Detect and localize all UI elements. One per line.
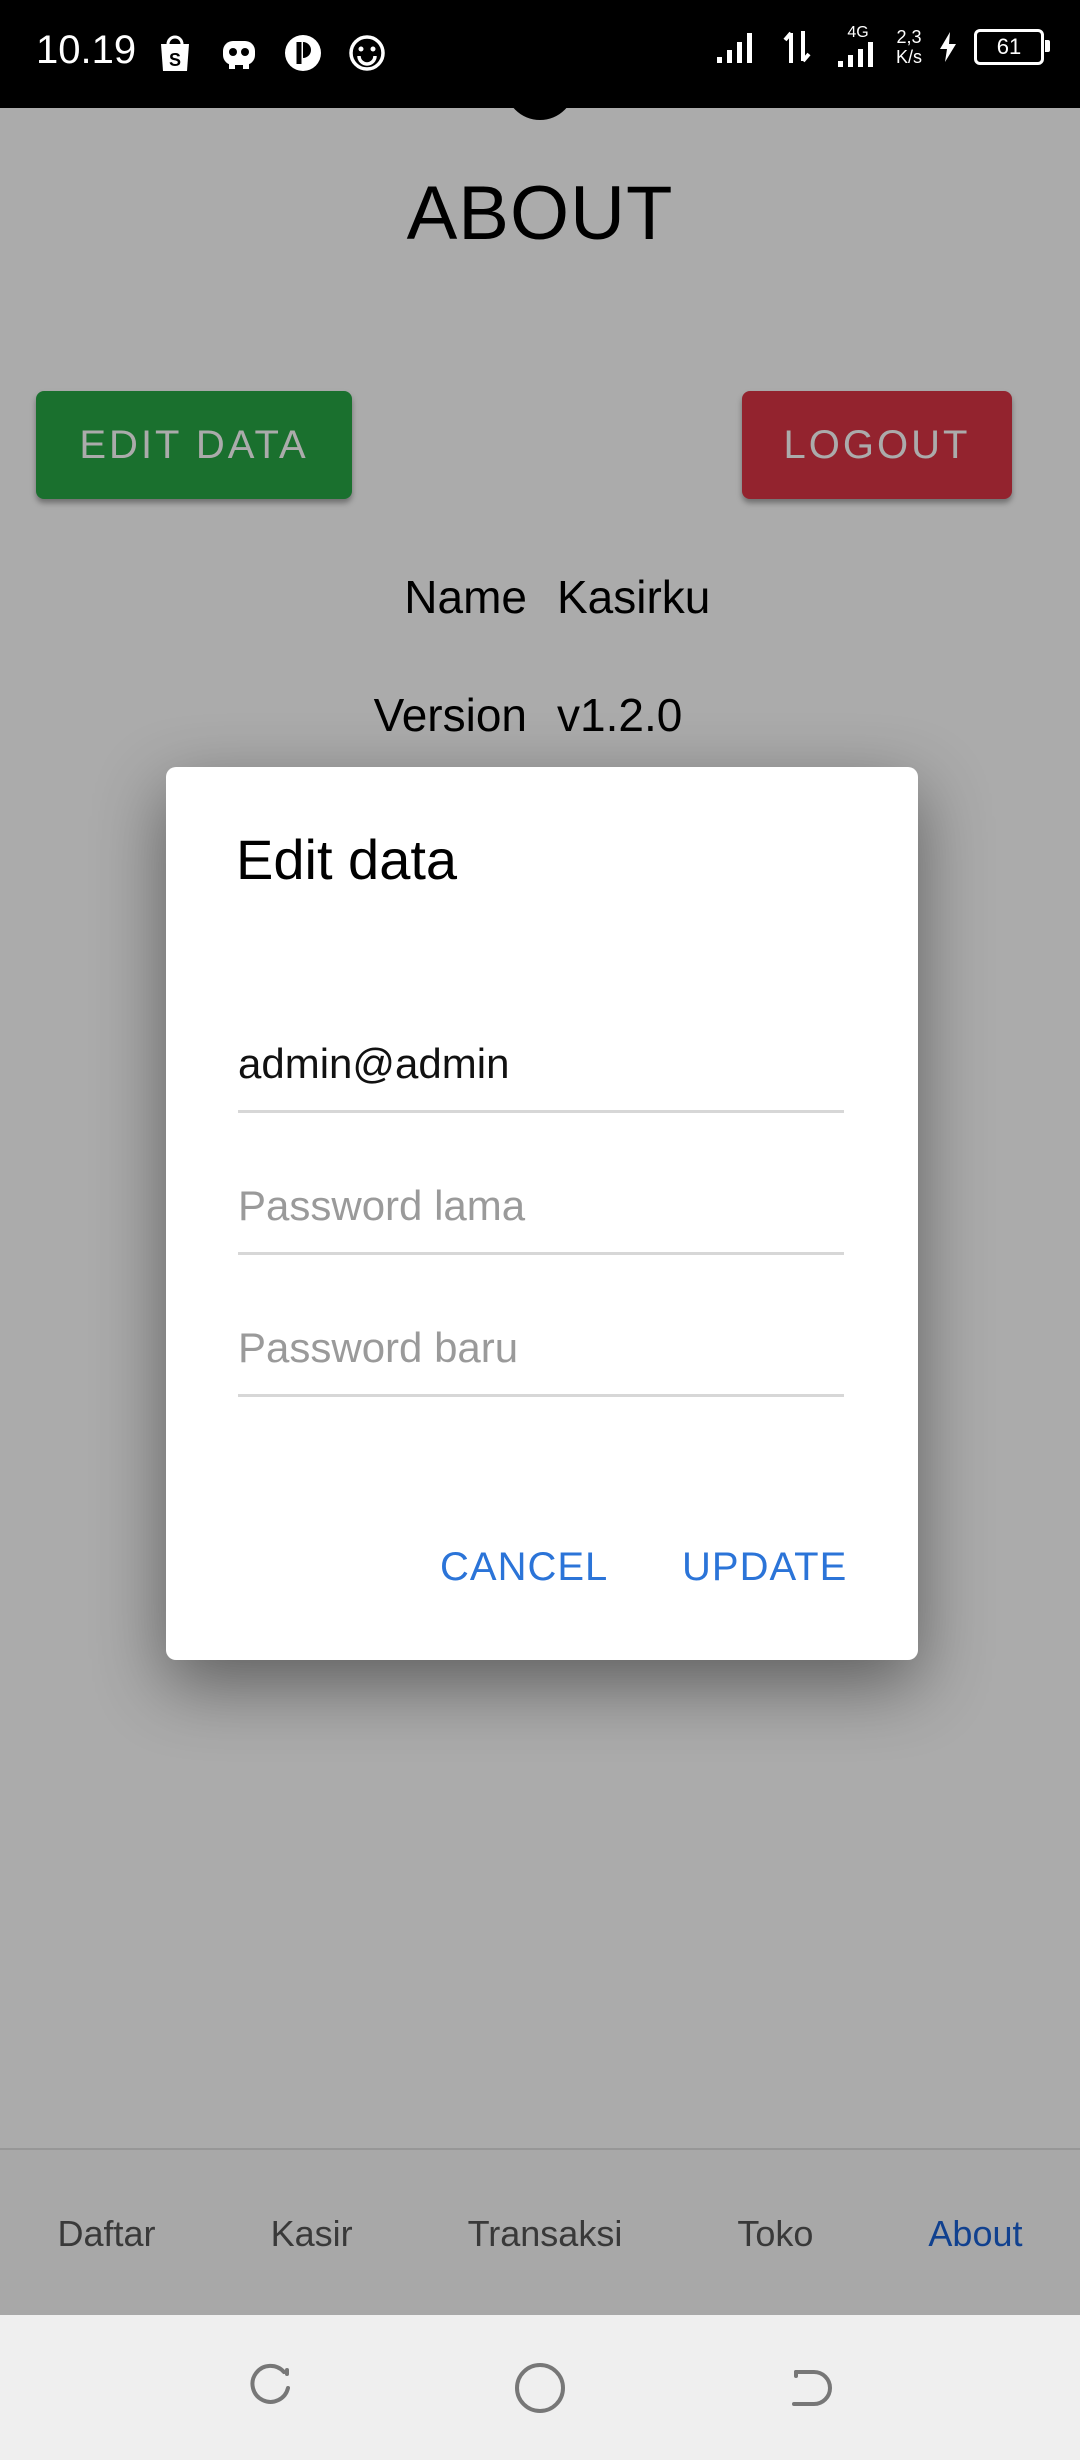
half-circle-app-icon xyxy=(280,30,326,76)
battery-level: 61 xyxy=(996,34,1022,59)
signal-4g-icon: 4G xyxy=(834,24,882,70)
smiley-icon xyxy=(344,30,390,76)
svg-text:S: S xyxy=(169,50,181,70)
edit-data-dialog: Edit data CANCEL UPDATE xyxy=(166,767,918,1660)
bot-icon xyxy=(216,30,262,76)
home-icon[interactable] xyxy=(511,2359,569,2417)
dialog-title: Edit data xyxy=(236,828,458,891)
shopee-bag-icon: S xyxy=(152,30,198,76)
battery-icon: 61 xyxy=(974,29,1050,65)
system-navigation-bar xyxy=(0,2315,1080,2460)
net-speed-unit: K/s xyxy=(895,47,922,67)
notification-icons: S xyxy=(152,30,390,76)
data-transfer-icon xyxy=(774,24,820,70)
update-button[interactable]: UPDATE xyxy=(672,1537,857,1598)
recent-apps-icon[interactable] xyxy=(241,2359,299,2417)
old-password-input[interactable] xyxy=(238,1182,844,1230)
status-time: 10.19 xyxy=(36,28,137,72)
email-field xyxy=(238,1020,844,1113)
status-bar: 10.19 S 4G 2,3 K/s 61 xyxy=(0,0,1080,108)
email-input[interactable] xyxy=(238,1040,844,1088)
new-password-field xyxy=(238,1304,844,1397)
old-password-field xyxy=(238,1162,844,1255)
charging-icon xyxy=(936,24,960,70)
system-status-icons: 4G 2,3 K/s 61 xyxy=(714,24,1050,70)
net-speed-value: 2,3 xyxy=(896,27,922,47)
new-password-input[interactable] xyxy=(238,1324,844,1372)
net-speed: 2,3 K/s xyxy=(896,27,922,67)
cancel-button[interactable]: CANCEL xyxy=(430,1537,618,1598)
signal-strength-icon xyxy=(714,24,760,70)
back-icon[interactable] xyxy=(781,2359,839,2417)
network-type-label: 4G xyxy=(847,24,869,41)
